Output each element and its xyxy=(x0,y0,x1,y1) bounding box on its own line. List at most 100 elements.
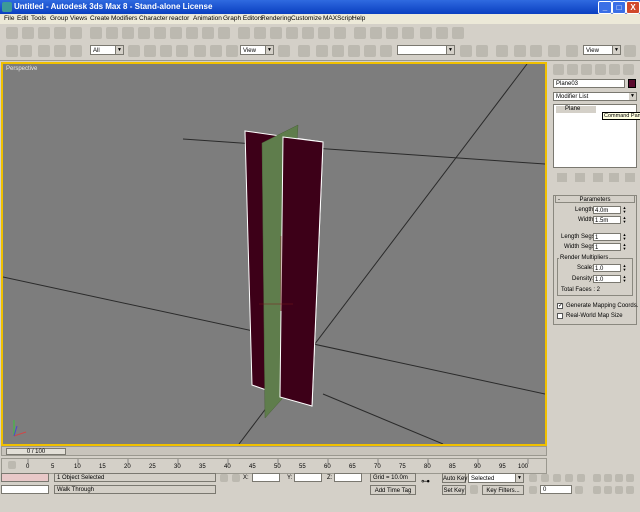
menu-create[interactable]: Create xyxy=(90,15,110,22)
select-object-icon[interactable] xyxy=(128,45,140,57)
spinner-arrows-icon[interactable]: ▲ ▼ xyxy=(622,264,627,272)
utilities-tab-icon[interactable] xyxy=(623,64,634,75)
water-icon[interactable] xyxy=(286,27,298,39)
time-slider-thumb[interactable]: 0 / 100 xyxy=(6,448,66,455)
create-tab-icon[interactable] xyxy=(553,64,564,75)
add-time-tag-button[interactable]: Add Time Tag xyxy=(370,485,416,495)
rectangular-selection-icon[interactable] xyxy=(160,45,172,57)
toy-car-icon[interactable] xyxy=(302,27,314,39)
dope-sheet-icon[interactable] xyxy=(452,27,464,39)
maxscript-listener-mini[interactable] xyxy=(1,473,49,482)
wind-icon[interactable] xyxy=(238,27,250,39)
menu-help[interactable]: Help xyxy=(352,15,365,22)
menu-customize[interactable]: Customize xyxy=(291,15,322,22)
open-mini-curve-editor-icon[interactable] xyxy=(8,461,16,469)
play-icon[interactable] xyxy=(553,474,561,482)
menu-file[interactable]: File xyxy=(4,15,14,22)
pivot-icon[interactable] xyxy=(278,45,290,57)
key-icon[interactable]: ⊶ xyxy=(421,476,437,486)
curve-editor-icon[interactable] xyxy=(436,27,448,39)
window-crossing-icon[interactable] xyxy=(176,45,188,57)
close-button[interactable]: X xyxy=(626,1,640,14)
percent-snap-icon[interactable] xyxy=(348,45,360,57)
rotate-icon[interactable] xyxy=(210,45,222,57)
menu-rendering[interactable]: Rendering xyxy=(261,15,291,22)
select-icon[interactable] xyxy=(6,27,18,39)
spinner-arrows-icon[interactable]: ▲ ▼ xyxy=(622,275,627,283)
object-color-swatch[interactable] xyxy=(628,79,636,88)
render-setup-icon[interactable] xyxy=(566,45,578,57)
zoom-extents-all-icon[interactable] xyxy=(626,474,634,482)
maxscript-listener-input[interactable] xyxy=(1,485,49,494)
parameters-rollout-header[interactable]: - Parameters xyxy=(555,195,635,203)
time-slider[interactable]: 0 / 100 xyxy=(1,446,547,456)
manipulate-icon[interactable] xyxy=(298,45,310,57)
menu-group[interactable]: Group xyxy=(50,15,68,22)
menu-graph-editors[interactable]: Graph Editors xyxy=(223,15,263,22)
bind-spacewarp-icon[interactable] xyxy=(70,45,82,57)
width-segs-spinner[interactable]: 1 xyxy=(593,243,621,251)
remove-modifier-icon[interactable] xyxy=(609,173,619,182)
arc-rotate-icon[interactable] xyxy=(615,486,623,494)
scale-icon[interactable] xyxy=(226,45,238,57)
spring-icon[interactable] xyxy=(254,27,266,39)
hierarchy-tab-icon[interactable] xyxy=(581,64,592,75)
previous-frame-icon[interactable] xyxy=(541,474,549,482)
stack-item-plane[interactable]: Plane xyxy=(556,106,596,113)
track-bar[interactable]: 0 5 10 15 20 25 30 35 40 45 50 55 60 65 … xyxy=(1,458,547,474)
maximize-viewport-icon[interactable] xyxy=(626,486,634,494)
key-mode-icon[interactable] xyxy=(529,486,537,494)
sphere-icon[interactable] xyxy=(38,27,50,39)
spacewarp-icon[interactable] xyxy=(106,27,118,39)
set-key-button[interactable]: Set Key xyxy=(442,485,466,495)
menu-tools[interactable]: Tools xyxy=(31,15,46,22)
modifier-stack[interactable]: Plane Command Panel xyxy=(553,104,640,168)
quick-render-icon[interactable] xyxy=(624,45,636,57)
real-world-map-checkbox[interactable] xyxy=(557,313,563,319)
rope-icon[interactable] xyxy=(270,27,282,39)
mirror-icon[interactable] xyxy=(460,45,472,57)
minimize-button[interactable]: _ xyxy=(598,1,612,14)
layer-manager-icon[interactable] xyxy=(496,45,508,57)
angle-snap-icon[interactable] xyxy=(332,45,344,57)
z-coordinate-field[interactable] xyxy=(334,473,362,482)
light-icon[interactable] xyxy=(54,27,66,39)
redo-icon[interactable] xyxy=(20,45,32,57)
spinner-arrows-icon[interactable]: ▲ ▼ xyxy=(622,243,627,251)
menu-edit[interactable]: Edit xyxy=(17,15,28,22)
hair-icon[interactable] xyxy=(186,27,198,39)
snap-icon[interactable] xyxy=(316,45,328,57)
modifier-list-dropdown[interactable]: Modifier List ▼ xyxy=(553,92,637,101)
select-by-name-icon[interactable] xyxy=(144,45,156,57)
spinner-arrows-icon[interactable]: ▲ ▼ xyxy=(622,233,627,241)
density-spinner[interactable]: 1.0 xyxy=(593,275,621,283)
field-of-view-icon[interactable] xyxy=(593,486,601,494)
pan-icon[interactable] xyxy=(604,486,612,494)
menu-reactor[interactable]: reactor xyxy=(169,15,189,22)
x-coordinate-field[interactable] xyxy=(252,473,280,482)
width-spinner[interactable]: 1.5m xyxy=(593,216,621,224)
time-config-icon[interactable] xyxy=(575,486,583,494)
motor-icon[interactable] xyxy=(318,27,330,39)
teapot-icon[interactable] xyxy=(370,27,382,39)
display-tab-icon[interactable] xyxy=(609,64,620,75)
unlink-icon[interactable] xyxy=(54,45,66,57)
ik-icon[interactable] xyxy=(154,27,166,39)
rigid-body-icon[interactable] xyxy=(202,27,214,39)
scale-spinner[interactable]: 1.0 xyxy=(593,264,621,272)
zoom-icon[interactable] xyxy=(593,474,601,482)
undo-icon[interactable] xyxy=(6,45,18,57)
wave-icon[interactable] xyxy=(334,27,346,39)
length-segs-spinner[interactable]: 1 xyxy=(593,233,621,241)
menu-views[interactable]: Views xyxy=(70,15,87,22)
key-filters-button[interactable]: Key Filters... xyxy=(482,485,524,495)
motion-tab-icon[interactable] xyxy=(595,64,606,75)
go-to-start-icon[interactable] xyxy=(529,474,537,482)
make-unique-icon[interactable] xyxy=(593,173,603,182)
next-frame-icon[interactable] xyxy=(565,474,573,482)
link-icon[interactable] xyxy=(22,27,34,39)
cloth-icon[interactable] xyxy=(170,27,182,39)
spinner-snap-icon[interactable] xyxy=(364,45,376,57)
material-editor-icon[interactable] xyxy=(548,45,560,57)
camera-icon[interactable] xyxy=(70,27,82,39)
